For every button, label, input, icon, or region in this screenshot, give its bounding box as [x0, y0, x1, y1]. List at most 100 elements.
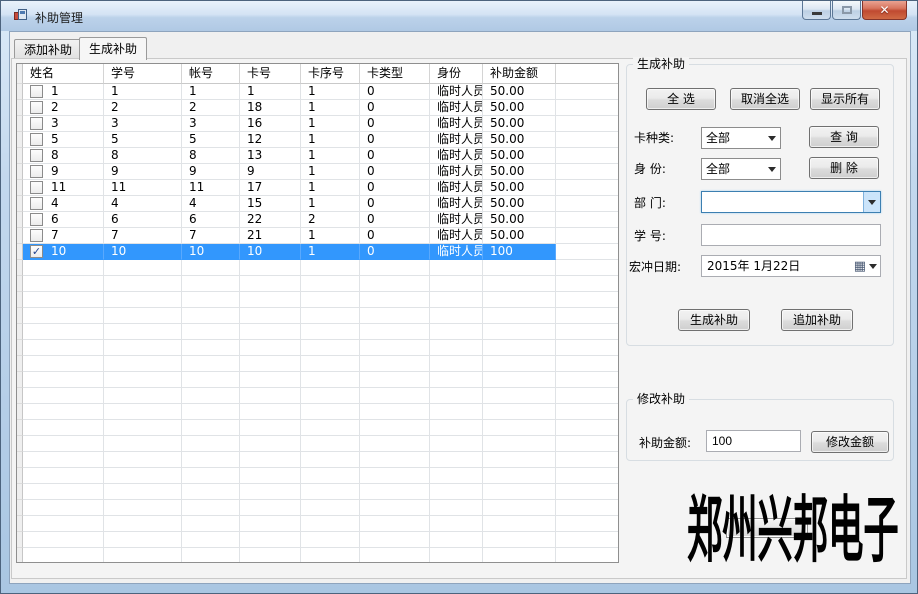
- cell[interactable]: 11: [104, 180, 182, 196]
- cell[interactable]: 临时人员: [430, 116, 483, 132]
- row-checkbox[interactable]: [30, 197, 43, 210]
- unselect-all-button[interactable]: 取消全选: [730, 88, 800, 110]
- cell[interactable]: 50.00: [483, 132, 556, 148]
- minimize-button[interactable]: [802, 1, 831, 20]
- row-checkbox[interactable]: [30, 213, 43, 226]
- column-header[interactable]: 卡类型: [360, 64, 430, 84]
- modify-amount-button[interactable]: 修改金额: [811, 431, 889, 453]
- cell[interactable]: 9: [104, 164, 182, 180]
- select-all-button[interactable]: 全 选: [646, 88, 716, 110]
- append-subsidy-button[interactable]: 追加补助: [781, 309, 853, 331]
- table-row[interactable]: 8881310临时人员50.00: [17, 148, 618, 164]
- row-checkbox[interactable]: ✓: [30, 245, 43, 258]
- cell[interactable]: 0: [360, 84, 430, 100]
- cell[interactable]: 9: [240, 164, 301, 180]
- cell[interactable]: 1: [301, 116, 360, 132]
- cell[interactable]: 50.00: [483, 116, 556, 132]
- table-row[interactable]: 6662220临时人员50.00: [17, 212, 618, 228]
- cell[interactable]: 18: [240, 100, 301, 116]
- cell[interactable]: 16: [240, 116, 301, 132]
- cell[interactable]: 0: [360, 132, 430, 148]
- column-header[interactable]: 补助金额: [483, 64, 556, 84]
- cell[interactable]: 6: [104, 212, 182, 228]
- identity-select[interactable]: 全部: [701, 158, 781, 180]
- cell[interactable]: 6: [182, 212, 240, 228]
- cell[interactable]: 50.00: [483, 196, 556, 212]
- cell[interactable]: 5: [23, 132, 104, 148]
- cell[interactable]: 1: [301, 148, 360, 164]
- cell[interactable]: 3: [182, 116, 240, 132]
- cell[interactable]: 临时人员: [430, 180, 483, 196]
- cell[interactable]: 0: [360, 180, 430, 196]
- cell[interactable]: 100: [483, 244, 556, 260]
- row-checkbox[interactable]: [30, 133, 43, 146]
- cell[interactable]: 7: [104, 228, 182, 244]
- row-checkbox[interactable]: [30, 117, 43, 130]
- cell[interactable]: 0: [360, 196, 430, 212]
- cell[interactable]: 12: [240, 132, 301, 148]
- table-row[interactable]: 111110临时人员50.00: [17, 84, 618, 100]
- cell[interactable]: 1: [301, 244, 360, 260]
- cell[interactable]: 1: [301, 132, 360, 148]
- generate-subsidy-button[interactable]: 生成补助: [678, 309, 750, 331]
- cell[interactable]: 50.00: [483, 84, 556, 100]
- cell[interactable]: 10: [104, 244, 182, 260]
- cell[interactable]: 17: [240, 180, 301, 196]
- row-checkbox[interactable]: [30, 181, 43, 194]
- table-row[interactable]: 1111111710临时人员50.00: [17, 180, 618, 196]
- table-row[interactable]: 2221810临时人员50.00: [17, 100, 618, 116]
- row-checkbox[interactable]: [30, 229, 43, 242]
- row-checkbox[interactable]: [30, 101, 43, 114]
- cell[interactable]: 8: [104, 148, 182, 164]
- cell[interactable]: 1: [104, 84, 182, 100]
- cell[interactable]: 9: [182, 164, 240, 180]
- cell[interactable]: 21: [240, 228, 301, 244]
- recharge-date-picker[interactable]: 2015年 1月22日 ▦: [701, 255, 881, 277]
- cell[interactable]: 50.00: [483, 148, 556, 164]
- cell[interactable]: 50.00: [483, 228, 556, 244]
- student-id-input[interactable]: [701, 224, 881, 246]
- amount-input[interactable]: [706, 430, 801, 452]
- card-type-select[interactable]: 全部: [701, 127, 781, 149]
- cell[interactable]: 13: [240, 148, 301, 164]
- cell[interactable]: 1: [301, 164, 360, 180]
- cell[interactable]: 0: [360, 116, 430, 132]
- cell[interactable]: 50.00: [483, 212, 556, 228]
- cell[interactable]: 2: [104, 100, 182, 116]
- column-header[interactable]: 身份: [430, 64, 483, 84]
- cell[interactable]: 1: [240, 84, 301, 100]
- cell[interactable]: 11: [23, 180, 104, 196]
- cell[interactable]: 10: [182, 244, 240, 260]
- tab-add-subsidy[interactable]: 添加补助: [14, 39, 82, 59]
- tab-generate-subsidy[interactable]: 生成补助: [79, 37, 147, 60]
- cell[interactable]: 50.00: [483, 180, 556, 196]
- cell[interactable]: 1: [301, 100, 360, 116]
- cell[interactable]: 4: [182, 196, 240, 212]
- cell[interactable]: 50.00: [483, 100, 556, 116]
- show-all-button[interactable]: 显示所有: [810, 88, 880, 110]
- cell[interactable]: 2: [301, 212, 360, 228]
- cell[interactable]: 7: [182, 228, 240, 244]
- cell[interactable]: 0: [360, 164, 430, 180]
- column-header[interactable]: 姓名: [23, 64, 104, 84]
- column-header[interactable]: 卡序号: [301, 64, 360, 84]
- table-row[interactable]: 5551210临时人员50.00: [17, 132, 618, 148]
- cell[interactable]: 1: [301, 180, 360, 196]
- cell[interactable]: 10: [240, 244, 301, 260]
- cell[interactable]: 1: [301, 228, 360, 244]
- cell[interactable]: 22: [240, 212, 301, 228]
- cell[interactable]: 1: [301, 84, 360, 100]
- cell[interactable]: 3: [23, 116, 104, 132]
- cell[interactable]: 2: [23, 100, 104, 116]
- row-checkbox[interactable]: [30, 165, 43, 178]
- cell[interactable]: 0: [360, 212, 430, 228]
- department-select[interactable]: [701, 191, 881, 213]
- row-checkbox[interactable]: [30, 85, 43, 98]
- data-grid[interactable]: 姓名学号帐号卡号卡序号卡类型身份补助金额111110临时人员50.0022218…: [16, 63, 619, 563]
- cell[interactable]: 0: [360, 244, 430, 260]
- column-header[interactable]: 学号: [104, 64, 182, 84]
- delete-button[interactable]: 删 除: [809, 157, 879, 179]
- cell[interactable]: 临时人员: [430, 84, 483, 100]
- cell[interactable]: 1: [182, 84, 240, 100]
- cell[interactable]: 临时人员: [430, 212, 483, 228]
